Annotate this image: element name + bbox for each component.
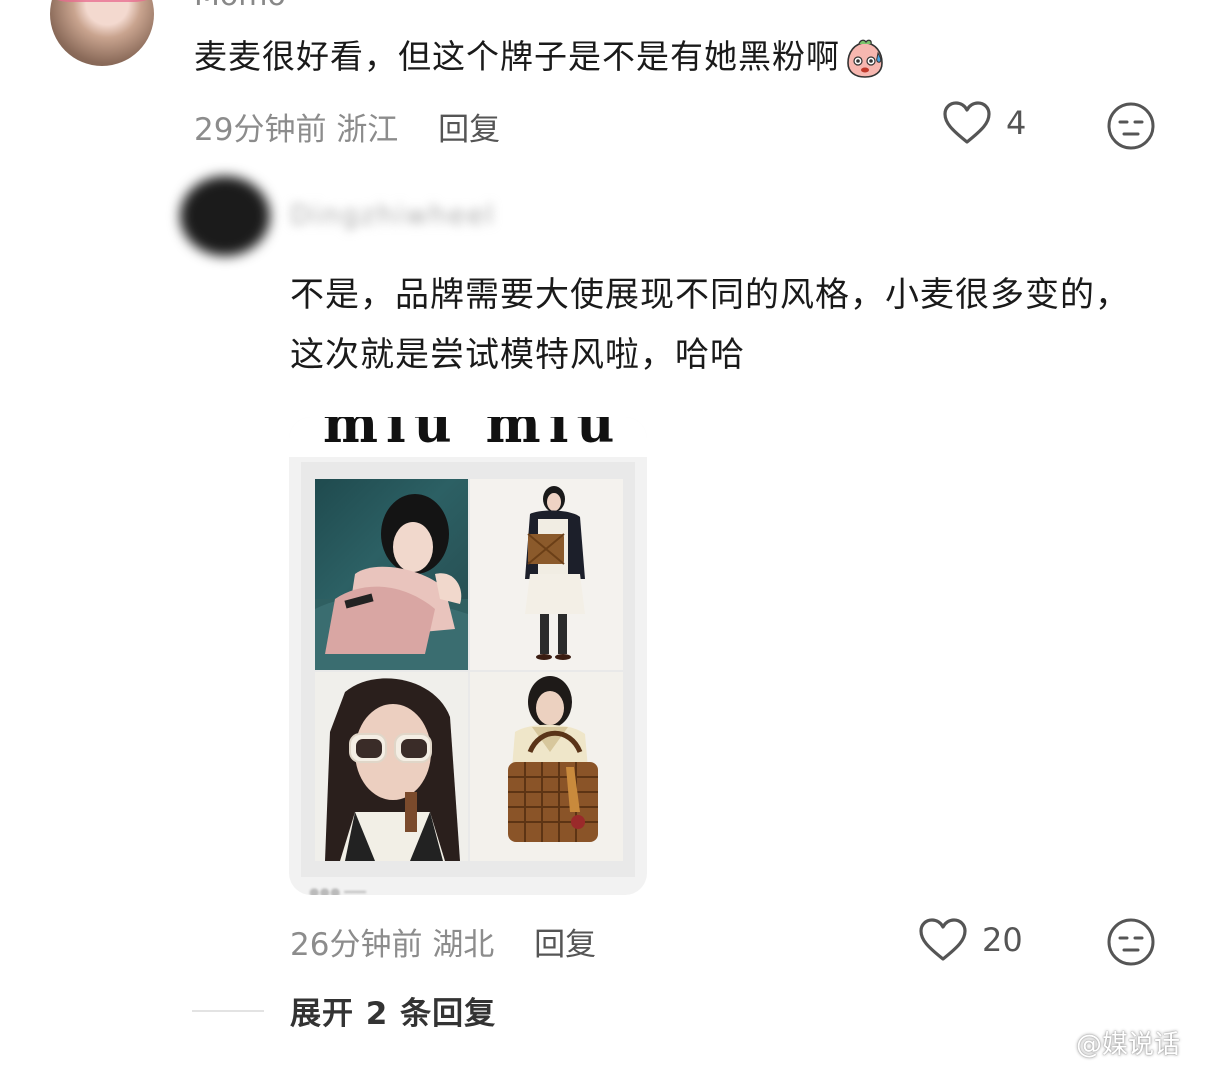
comment-username[interactable]: Momo — [194, 0, 286, 13]
reply-avatar[interactable] — [180, 176, 270, 256]
avatar-cap-decor — [50, 0, 154, 2]
neutral-face-icon[interactable] — [1106, 917, 1156, 967]
photo-reclining-pink — [315, 479, 468, 670]
dislike-button[interactable] — [1106, 101, 1156, 155]
reply-text: 不是，品牌需要大使展现不同的风格，小麦很多变的，这次就是尝试模特风啦，哈哈 — [290, 275, 1130, 375]
watermark-text: @媒说话 — [1076, 1030, 1181, 1060]
reply-like-count: 20 — [982, 921, 1023, 959]
reply-to-reply-button[interactable]: 回复 — [534, 927, 596, 963]
like-button[interactable]: 4 — [942, 100, 1026, 146]
brand-logo: miu miu — [323, 417, 623, 455]
brand-banner: miu miu — [289, 417, 647, 457]
comment-time: 29分钟前 — [194, 112, 327, 148]
like-count: 4 — [1006, 104, 1027, 142]
comment-location: 浙江 — [336, 112, 399, 148]
reply-dislike-button[interactable] — [1106, 917, 1156, 971]
reply-location: 湖北 — [432, 927, 495, 963]
comment-text-content: 麦麦很好看，但这个牌子是不是有她黑粉啊 — [194, 37, 840, 76]
photo-standing-bag — [470, 479, 623, 670]
reply-button[interactable]: 回复 — [438, 112, 500, 148]
weibo-watermark: @媒说话 — [1032, 1024, 1180, 1061]
heart-icon[interactable] — [918, 917, 968, 963]
neutral-face-icon[interactable] — [1106, 101, 1156, 151]
image-footer-text: ●●● ━━━ — [309, 885, 366, 895]
avatar[interactable] — [50, 0, 154, 66]
comment-meta: 29分钟前 浙江 回复 — [194, 104, 500, 149]
comment-text: 麦麦很好看，但这个牌子是不是有她黑粉啊 — [194, 30, 886, 79]
replies-divider — [192, 1010, 264, 1012]
sweat-blob-emoji-icon — [844, 39, 886, 79]
photo-sunglasses — [315, 672, 468, 861]
heart-icon[interactable] — [942, 100, 992, 146]
expand-replies-button[interactable]: 展开 2 条回复 — [290, 988, 496, 1033]
reply-like-button[interactable]: 20 — [918, 917, 1023, 963]
weibo-logo-icon — [1032, 1029, 1069, 1058]
reply-time: 26分钟前 — [290, 927, 423, 963]
attached-image[interactable]: miu miu ●●● ━━━ — [289, 417, 647, 895]
reply-username[interactable]: Dingzhiwheel — [290, 200, 495, 231]
reply-meta: 26分钟前 湖北 回复 — [290, 919, 596, 964]
photo-woven-bag — [470, 672, 623, 861]
